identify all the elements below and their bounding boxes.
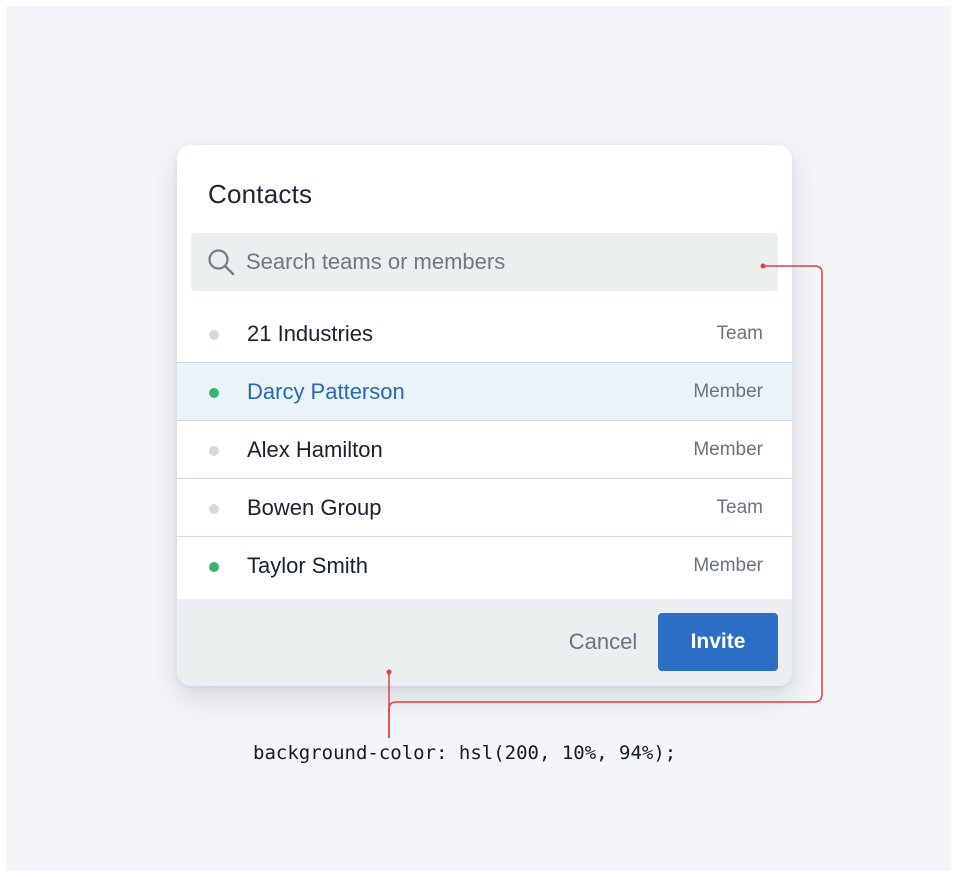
dialog-title: Contacts: [208, 179, 313, 209]
contact-type: Team: [716, 497, 763, 518]
contact-row[interactable]: Bowen Group Team: [177, 479, 792, 537]
search-bar[interactable]: [191, 233, 778, 291]
status-dot: [209, 330, 219, 340]
status-dot: [209, 388, 219, 398]
contact-type: Member: [693, 381, 763, 402]
contact-row[interactable]: Taylor Smith Member: [177, 537, 792, 594]
invite-button[interactable]: Invite: [658, 613, 778, 671]
contact-type: Member: [693, 555, 763, 576]
annotation-code-text: background-color: hsl(200, 10%, 94%);: [253, 742, 677, 764]
contact-type: Team: [716, 323, 763, 344]
dialog-footer: Cancel Invite: [177, 599, 792, 686]
contact-name: Darcy Patterson: [247, 379, 405, 404]
cancel-button[interactable]: Cancel: [547, 613, 659, 671]
status-dot: [209, 446, 219, 456]
search-input[interactable]: [246, 233, 766, 291]
contact-row[interactable]: 21 Industries Team: [177, 305, 792, 363]
contact-row[interactable]: Darcy Patterson Member: [177, 363, 792, 421]
contact-name: 21 Industries: [247, 321, 373, 346]
contacts-dialog: Contacts 21 Industries Team Darcy Patter…: [177, 145, 792, 686]
contact-name: Alex Hamilton: [247, 437, 383, 462]
status-dot: [209, 562, 219, 572]
contact-row[interactable]: Alex Hamilton Member: [177, 421, 792, 479]
search-icon: [207, 248, 235, 276]
contact-name: Taylor Smith: [247, 553, 369, 578]
contacts-list: 21 Industries Team Darcy Patterson Membe…: [177, 305, 792, 594]
status-dot: [209, 504, 219, 514]
contact-type: Member: [693, 439, 763, 460]
contact-name: Bowen Group: [247, 495, 382, 520]
